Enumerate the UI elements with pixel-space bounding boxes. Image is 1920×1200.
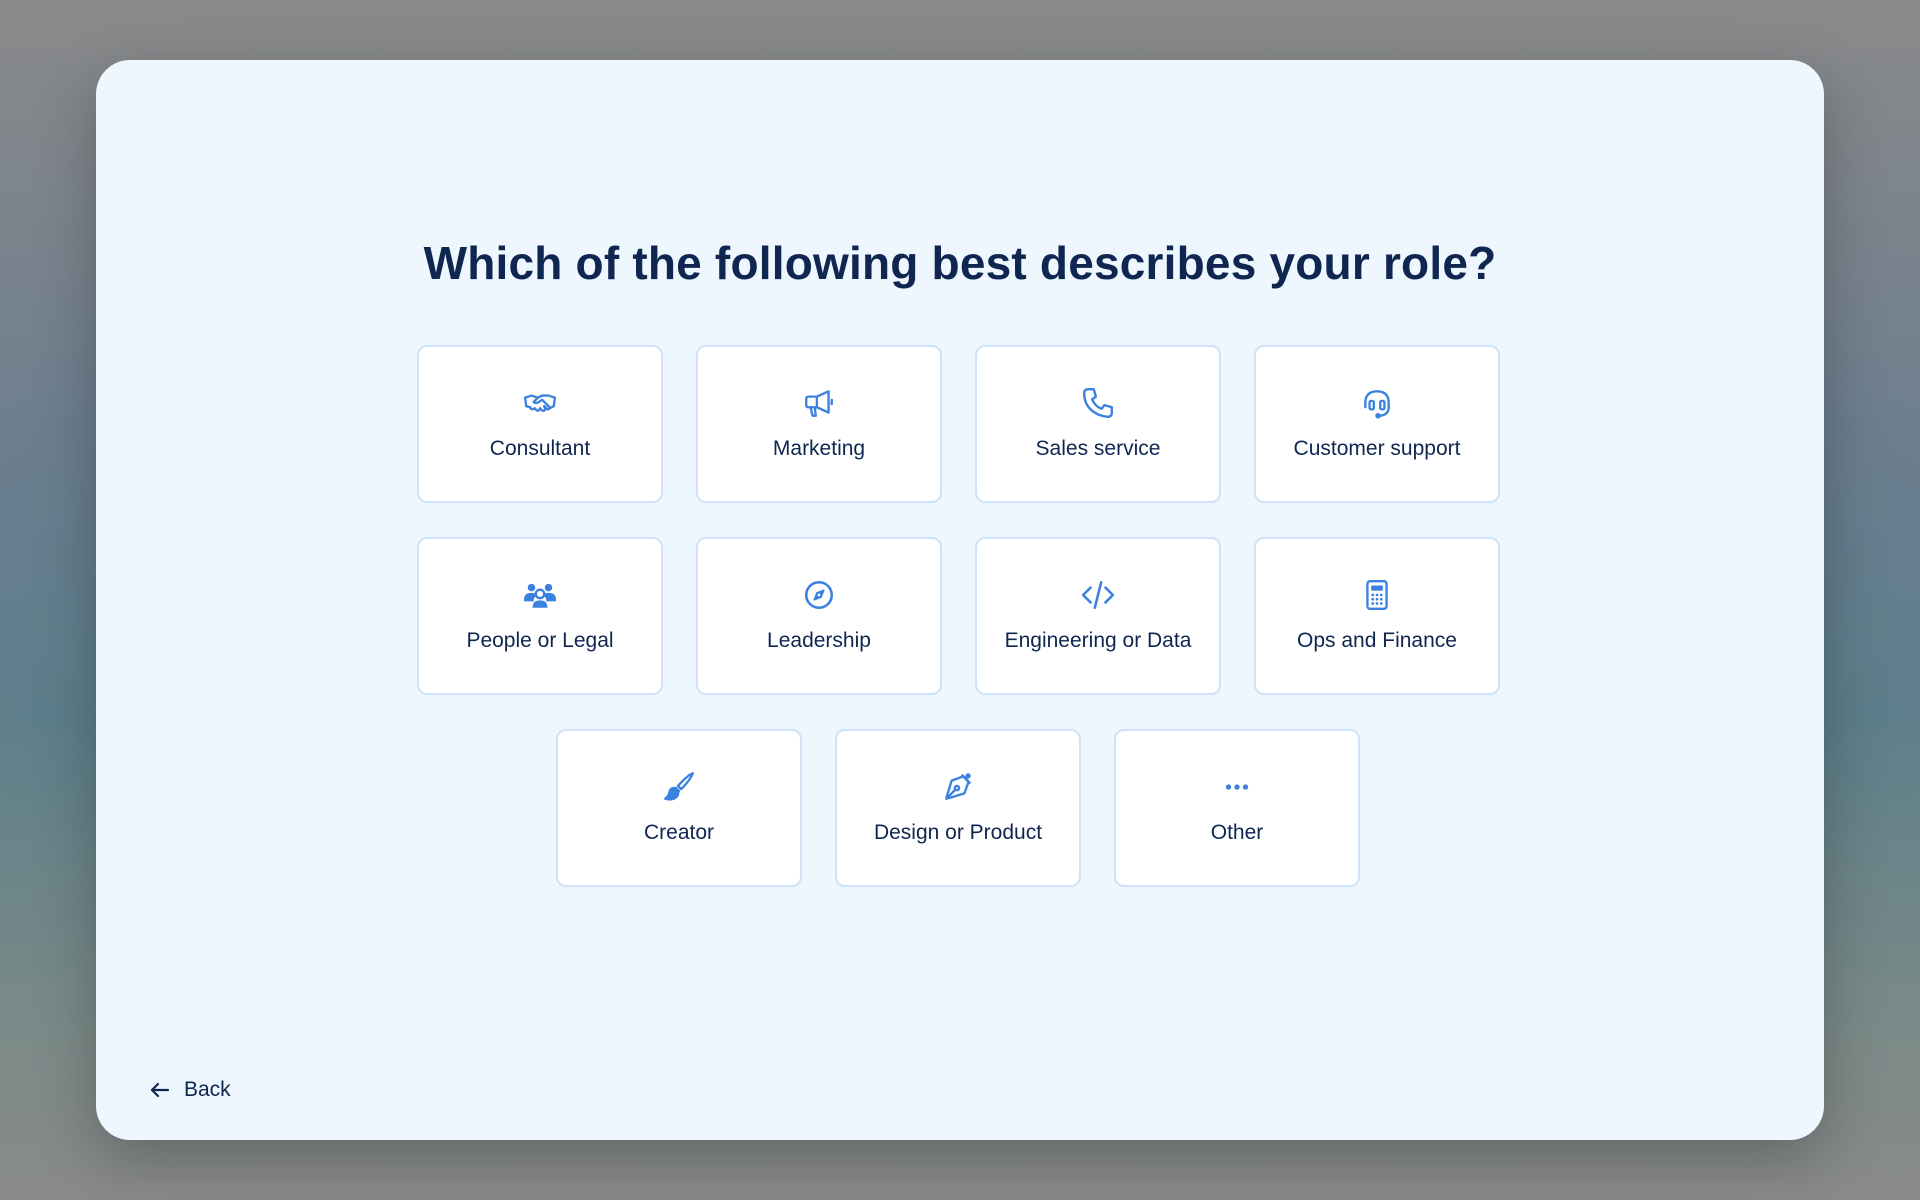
role-selection-modal: Which of the following best describes yo… bbox=[96, 60, 1824, 1140]
role-card-people-or-legal[interactable]: People or Legal bbox=[417, 537, 663, 695]
role-card-engineering-or-data[interactable]: Engineering or Data bbox=[975, 537, 1221, 695]
paintbrush-icon bbox=[661, 769, 697, 805]
role-label: Engineering or Data bbox=[1004, 629, 1192, 652]
role-card-consultant[interactable]: Consultant bbox=[417, 345, 663, 503]
role-card-leadership[interactable]: Leadership bbox=[696, 537, 942, 695]
role-label: Design or Product bbox=[873, 821, 1043, 844]
role-label: Ops and Finance bbox=[1297, 629, 1457, 652]
role-label: Sales service bbox=[1035, 437, 1161, 460]
role-label: Other bbox=[1210, 821, 1264, 844]
compass-icon bbox=[801, 577, 837, 613]
role-card-other[interactable]: Other bbox=[1114, 729, 1360, 887]
role-label: Leadership bbox=[767, 629, 871, 652]
code-icon bbox=[1080, 577, 1116, 613]
back-button[interactable]: Back bbox=[148, 1078, 231, 1102]
megaphone-icon bbox=[801, 385, 837, 421]
page-title: Which of the following best describes yo… bbox=[423, 237, 1497, 289]
phone-icon bbox=[1080, 385, 1116, 421]
role-label: Consultant bbox=[489, 437, 591, 460]
pen-nib-icon bbox=[940, 769, 976, 805]
role-label: Creator bbox=[643, 821, 715, 844]
role-label: Customer support bbox=[1293, 437, 1461, 460]
role-label: Marketing bbox=[772, 437, 866, 460]
role-card-sales-service[interactable]: Sales service bbox=[975, 345, 1221, 503]
role-card-marketing[interactable]: Marketing bbox=[696, 345, 942, 503]
arrow-left-icon bbox=[148, 1078, 172, 1102]
role-card-design-or-product[interactable]: Design or Product bbox=[835, 729, 1081, 887]
more-dots-icon bbox=[1219, 769, 1255, 805]
role-card-customer-support[interactable]: Customer support bbox=[1254, 345, 1500, 503]
people-icon bbox=[522, 577, 558, 613]
calculator-icon bbox=[1359, 577, 1395, 613]
role-card-creator[interactable]: Creator bbox=[556, 729, 802, 887]
back-label: Back bbox=[184, 1078, 231, 1101]
role-label: People or Legal bbox=[466, 629, 614, 652]
role-card-ops-and-finance[interactable]: Ops and Finance bbox=[1254, 537, 1500, 695]
headset-icon bbox=[1359, 385, 1395, 421]
handshake-icon bbox=[522, 385, 558, 421]
